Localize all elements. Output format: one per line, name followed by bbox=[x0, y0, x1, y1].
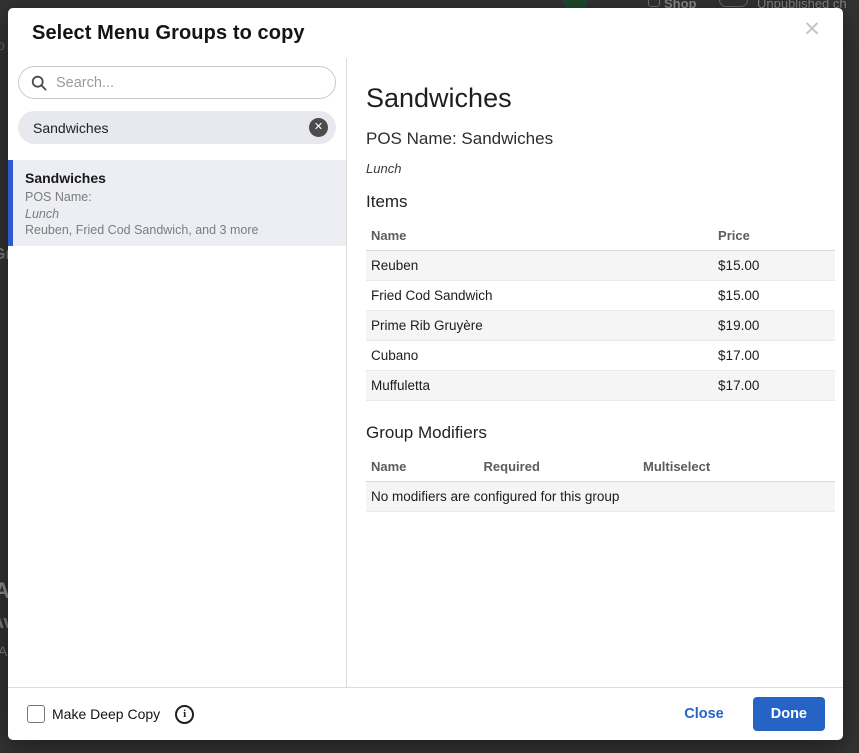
search-box bbox=[18, 66, 336, 99]
make-deep-copy-label: Make Deep Copy bbox=[52, 706, 160, 722]
items-table-header-row: Name Price bbox=[366, 221, 835, 251]
item-price: $15.00 bbox=[713, 281, 835, 311]
detail-title: Sandwiches bbox=[366, 84, 835, 113]
modifiers-table-header-row: Name Required Multiselect bbox=[366, 452, 835, 482]
modal-header: Select Menu Groups to copy ✕ bbox=[8, 8, 843, 58]
group-item-pos-name: POS Name: bbox=[25, 189, 334, 206]
close-icon[interactable]: ✕ bbox=[799, 17, 825, 43]
item-price: $19.00 bbox=[713, 311, 835, 341]
make-deep-copy-checkbox[interactable] bbox=[27, 705, 45, 723]
filter-chip-label: Sandwiches bbox=[33, 120, 109, 136]
close-button[interactable]: Close bbox=[684, 706, 724, 722]
items-header-price: Price bbox=[713, 221, 835, 251]
item-name: Fried Cod Sandwich bbox=[366, 281, 713, 311]
modifiers-empty-message: No modifiers are configured for this gro… bbox=[366, 482, 835, 512]
items-table: Name Price Reuben $15.00 Fried Cod Sandw… bbox=[366, 221, 835, 401]
item-price: $17.00 bbox=[713, 371, 835, 401]
group-item-menu: Lunch bbox=[25, 206, 334, 223]
group-modifiers-table: Name Required Multiselect No modifiers a… bbox=[366, 452, 835, 512]
group-modifiers-heading: Group Modifiers bbox=[366, 423, 835, 443]
clear-filter-icon[interactable]: ✕ bbox=[309, 118, 328, 137]
group-detail-panel: Sandwiches POS Name: Sandwiches Lunch It… bbox=[347, 58, 843, 687]
items-header-name: Name bbox=[366, 221, 713, 251]
table-row: Reuben $15.00 bbox=[366, 251, 835, 281]
items-heading: Items bbox=[366, 192, 835, 212]
info-icon[interactable]: i bbox=[175, 705, 194, 724]
modal-title: Select Menu Groups to copy bbox=[32, 22, 305, 45]
search-icon bbox=[31, 75, 47, 91]
menu-group-list: Sandwiches POS Name: Lunch Reuben, Fried… bbox=[8, 160, 346, 246]
group-search-panel: Sandwiches ✕ Sandwiches POS Name: Lunch … bbox=[8, 58, 347, 687]
background-text-fragment: A bbox=[0, 643, 7, 659]
active-filter-chip: Sandwiches ✕ bbox=[18, 111, 336, 144]
shopping-bag-icon bbox=[648, 0, 660, 7]
table-row: No modifiers are configured for this gro… bbox=[366, 482, 835, 512]
modifiers-header-required: Required bbox=[479, 452, 638, 482]
unpublished-pill-icon bbox=[719, 0, 748, 7]
done-button[interactable]: Done bbox=[753, 697, 825, 731]
copy-menu-groups-modal: Select Menu Groups to copy ✕ Sandwiches … bbox=[8, 8, 843, 740]
table-row: Cubano $17.00 bbox=[366, 341, 835, 371]
item-name: Prime Rib Gruyère bbox=[366, 311, 713, 341]
search-input[interactable] bbox=[56, 75, 323, 91]
item-name: Muffuletta bbox=[366, 371, 713, 401]
group-item-items-preview: Reuben, Fried Cod Sandwich, and 3 more bbox=[25, 222, 334, 239]
item-price: $15.00 bbox=[713, 251, 835, 281]
detail-menu-name: Lunch bbox=[366, 161, 835, 176]
table-row: Prime Rib Gruyère $19.00 bbox=[366, 311, 835, 341]
detail-pos-name: POS Name: Sandwiches bbox=[366, 129, 835, 149]
table-row: Muffuletta $17.00 bbox=[366, 371, 835, 401]
table-row: Fried Cod Sandwich $15.00 bbox=[366, 281, 835, 311]
modifiers-header-name: Name bbox=[366, 452, 479, 482]
modifiers-header-multiselect: Multiselect bbox=[638, 452, 835, 482]
background-text-fragment: o bbox=[0, 37, 5, 53]
modal-body: Sandwiches ✕ Sandwiches POS Name: Lunch … bbox=[8, 58, 843, 687]
item-price: $17.00 bbox=[713, 341, 835, 371]
item-name: Reuben bbox=[366, 251, 713, 281]
modal-footer: Make Deep Copy i Close Done bbox=[8, 687, 843, 740]
group-item-title: Sandwiches bbox=[25, 169, 334, 187]
menu-group-list-item-sandwiches[interactable]: Sandwiches POS Name: Lunch Reuben, Fried… bbox=[8, 160, 346, 246]
item-name: Cubano bbox=[366, 341, 713, 371]
